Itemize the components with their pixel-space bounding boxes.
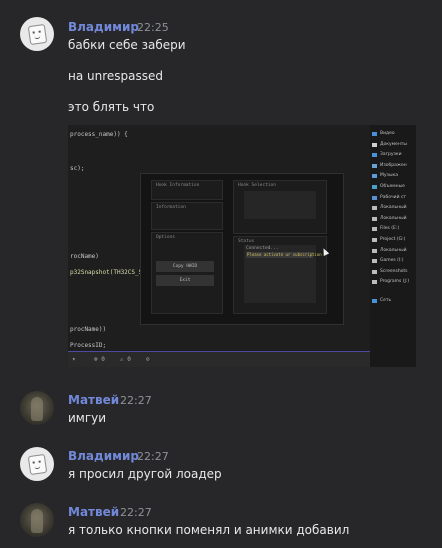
folder-icon	[372, 174, 377, 179]
folder-icon	[372, 280, 377, 285]
explorer-item[interactable]: Локальный	[380, 205, 407, 210]
folder-icon	[372, 248, 377, 253]
explorer-item[interactable]: Музыка	[380, 173, 398, 178]
status-connected: Connected...	[246, 246, 279, 251]
explorer-item[interactable]: Сеть	[380, 298, 391, 303]
loader-window: Hook Information Information Options Cop…	[140, 173, 344, 325]
information-panel: Information	[151, 202, 223, 230]
explorer-item[interactable]: Изображен	[380, 163, 407, 168]
screenshot-attachment[interactable]: process_name)) { sc); rocName) p32Snapsh…	[68, 125, 416, 367]
error-count[interactable]: ⊗ 0	[94, 356, 105, 363]
panel-title: Hook Information	[156, 183, 200, 188]
file-explorer-sidebar: Видео Документы Загрузки Изображен Музыка Объ…	[370, 125, 416, 367]
dropdown-icon[interactable]: ▾	[72, 356, 76, 363]
folder-icon	[372, 163, 377, 168]
code-line: p32Snapshot(TH32CS_S	[70, 269, 143, 276]
explorer-item[interactable]: Объемные	[380, 184, 405, 189]
code-line: rocName)	[70, 253, 99, 260]
message-text: на unrespassed	[68, 69, 164, 83]
message-text: я просил другой лоадер	[68, 467, 222, 481]
author-name[interactable]: Матвей	[68, 505, 119, 519]
author-name[interactable]: Матвей	[68, 393, 119, 407]
panel-title: Options	[156, 235, 175, 240]
explorer-item[interactable]: Локальный	[380, 216, 407, 221]
panel-title: Information	[156, 205, 186, 210]
timestamp: 22:27	[120, 506, 152, 519]
exit-button[interactable]: Exit	[156, 275, 214, 286]
options-panel: Options Copy HWID Exit	[151, 232, 223, 314]
avatar[interactable]	[20, 503, 54, 537]
explorer-item[interactable]: Рабочий ст	[380, 195, 406, 200]
folder-icon	[372, 185, 377, 189]
folder-icon	[372, 153, 377, 158]
message-text: я только кнопки поменял и анимки добавил	[68, 523, 350, 537]
folder-icon	[372, 299, 377, 303]
panel-title: Hook Selection	[238, 183, 276, 188]
avatar[interactable]	[20, 391, 54, 425]
timestamp: 22:27	[120, 394, 152, 407]
explorer-item[interactable]: Видео	[380, 131, 395, 136]
author-name[interactable]: Владимир	[68, 449, 139, 463]
explorer-item[interactable]: Локальный	[380, 248, 407, 253]
warning-count[interactable]: ⚠ 0	[120, 356, 131, 363]
message-text: имгуи	[68, 411, 107, 425]
folder-icon	[372, 259, 377, 264]
explorer-item[interactable]: Документы	[380, 142, 407, 147]
status-message: Please activate ur subscription	[246, 252, 322, 258]
hook-selection-panel: Hook Selection	[233, 180, 327, 234]
status-panel: Status Connected... Please activate ur s…	[233, 236, 327, 314]
panel-title: Status	[238, 239, 255, 244]
hook-info-panel: Hook Information	[151, 180, 223, 200]
folder-icon	[372, 206, 377, 211]
code-line: process_name)) {	[70, 131, 128, 138]
explorer-item[interactable]: Files (E:)	[380, 226, 399, 231]
hook-selection-list[interactable]	[244, 191, 316, 219]
code-line: sc);	[70, 165, 85, 172]
explorer-item[interactable]: Programs (J:)	[380, 279, 409, 284]
code-line: ProcessID;	[70, 342, 107, 349]
folder-icon	[372, 142, 377, 147]
code-editor: process_name)) { sc); rocName) p32Snapsh…	[68, 125, 370, 367]
folder-icon	[372, 195, 377, 200]
code-line: procName))	[70, 326, 107, 333]
message-text: бабки себе забери	[68, 38, 186, 52]
explorer-item[interactable]: Screenshots	[380, 269, 408, 274]
timestamp: 22:27	[137, 450, 169, 463]
timestamp: 22:25	[137, 21, 169, 34]
folder-icon	[372, 238, 377, 242]
avatar[interactable]	[20, 17, 54, 51]
message-text: это блять что	[68, 100, 155, 114]
folder-icon	[372, 132, 377, 136]
explorer-item[interactable]: Project (G:)	[380, 237, 405, 242]
copy-hwid-button[interactable]: Copy HWID	[156, 261, 214, 272]
editor-status-bar: ▾ ⊗ 0 ⚠ 0 ⊘	[68, 351, 370, 367]
filter-icon[interactable]: ⊘	[146, 356, 150, 363]
avatar[interactable]	[20, 447, 54, 481]
folder-icon	[372, 269, 377, 274]
folder-icon	[372, 227, 377, 232]
explorer-item[interactable]: Загрузки	[380, 152, 402, 157]
explorer-item[interactable]: Games (I:)	[380, 258, 404, 263]
author-name[interactable]: Владимир	[68, 20, 139, 34]
folder-icon	[372, 216, 377, 221]
